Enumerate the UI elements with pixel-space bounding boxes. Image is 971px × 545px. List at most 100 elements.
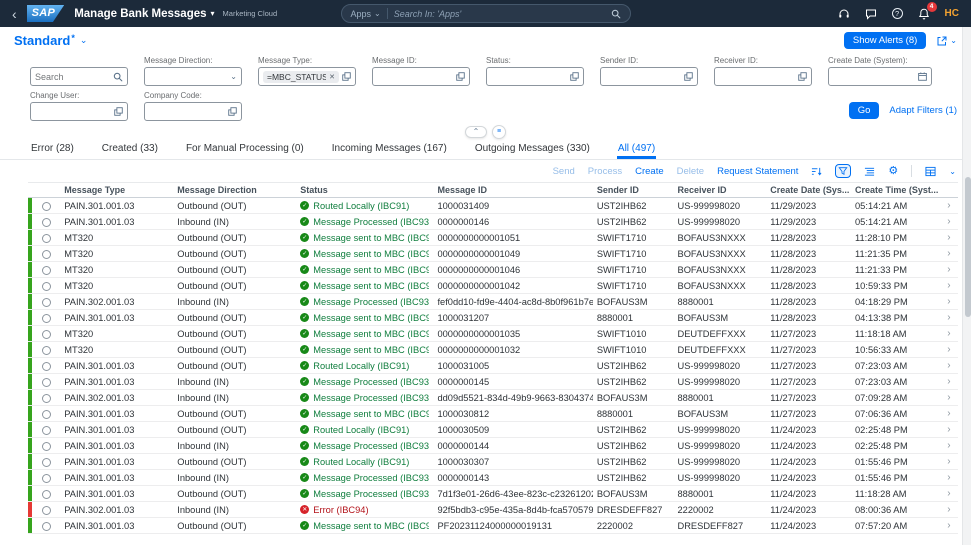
row-checkbox[interactable] (42, 474, 51, 483)
process-button[interactable]: Process (588, 166, 622, 177)
status-input[interactable] (486, 67, 584, 86)
row-navigate-icon[interactable]: › (947, 408, 950, 419)
message-direction-input[interactable]: ⌄ (144, 67, 242, 86)
value-help-icon[interactable] (570, 72, 579, 81)
search-icon[interactable] (611, 9, 621, 19)
create-button[interactable]: Create (635, 166, 664, 177)
filter-icon[interactable] (835, 164, 851, 178)
column-header-message-direction[interactable]: Message Direction (173, 183, 296, 198)
group-icon[interactable] (864, 166, 875, 177)
table-row[interactable]: MT320Outbound (OUT)✓Message sent to MBC … (28, 246, 958, 262)
filter-search-control[interactable] (30, 67, 128, 86)
token-remove-icon[interactable]: ✕ (329, 73, 335, 81)
search-icon[interactable] (113, 72, 123, 82)
table-row[interactable]: PAIN.301.001.03Inbound (IN)✓Message Proc… (28, 438, 958, 454)
table-row[interactable]: PAIN.301.001.03Outbound (OUT)✓Routed Loc… (28, 198, 958, 214)
row-navigate-icon[interactable]: › (947, 376, 950, 387)
create-date-system-input[interactable] (828, 67, 932, 86)
row-navigate-icon[interactable]: › (947, 456, 950, 467)
row-checkbox[interactable] (42, 490, 51, 499)
row-navigate-icon[interactable]: › (947, 520, 950, 531)
row-navigate-icon[interactable]: › (947, 248, 950, 259)
sender-id-input[interactable] (600, 67, 698, 86)
table-row[interactable]: PAIN.302.001.03Inbound (IN)✕Error (IBC94… (28, 502, 958, 518)
request-statement-button[interactable]: Request Statement (717, 166, 798, 177)
tab-created-33[interactable]: Created (33) (101, 143, 159, 159)
share-button[interactable]: ⌄ (936, 35, 957, 47)
go-button[interactable]: Go (849, 102, 880, 119)
select-all-cell[interactable] (32, 183, 60, 198)
row-navigate-icon[interactable]: › (947, 216, 950, 227)
row-checkbox[interactable] (42, 378, 51, 387)
tab-for-manual-processing-0[interactable]: For Manual Processing (0) (185, 143, 305, 159)
row-navigate-icon[interactable]: › (947, 200, 950, 211)
column-header-message-type[interactable]: Message Type (60, 183, 173, 198)
table-row[interactable]: PAIN.301.001.03Inbound (IN)✓Message Proc… (28, 374, 958, 390)
table-row[interactable]: PAIN.301.001.03Outbound (OUT)✓Message se… (28, 310, 958, 326)
row-checkbox[interactable] (42, 298, 51, 307)
row-checkbox[interactable] (42, 506, 51, 515)
row-checkbox[interactable] (42, 442, 51, 451)
table-row[interactable]: PAIN.301.001.03Outbound (OUT)✓Message Pr… (28, 486, 958, 502)
row-navigate-icon[interactable]: › (947, 504, 950, 515)
view-switch-icon[interactable] (925, 166, 936, 177)
table-row[interactable]: PAIN.301.001.03Outbound (OUT)✓Routed Loc… (28, 358, 958, 374)
row-navigate-icon[interactable]: › (947, 440, 950, 451)
table-row[interactable]: MT320Outbound (OUT)✓Message sent to MBC … (28, 230, 958, 246)
row-checkbox[interactable] (42, 218, 51, 227)
row-checkbox[interactable] (42, 314, 51, 323)
tab-all-497[interactable]: All (497) (617, 143, 656, 159)
row-checkbox[interactable] (42, 282, 51, 291)
row-checkbox[interactable] (42, 394, 51, 403)
column-header-receiver-id[interactable]: Receiver ID (674, 183, 767, 198)
variant-caret-icon[interactable]: ⌄ (80, 35, 88, 46)
row-navigate-icon[interactable]: › (947, 296, 950, 307)
table-row[interactable]: MT320Outbound (OUT)✓Message sent to MBC … (28, 262, 958, 278)
table-row[interactable]: PAIN.301.001.03Inbound (IN)✓Message Proc… (28, 470, 958, 486)
search-scope-select[interactable]: Apps ⌄ (351, 9, 381, 19)
row-navigate-icon[interactable]: › (947, 264, 950, 275)
message-type-input[interactable]: =MBC_STATUS✕ (258, 67, 356, 86)
row-checkbox[interactable] (42, 426, 51, 435)
settings-gear-icon[interactable]: ⚙ (888, 166, 898, 177)
row-navigate-icon[interactable]: › (947, 312, 950, 323)
value-help-icon[interactable] (456, 72, 465, 81)
row-navigate-icon[interactable]: › (947, 232, 950, 243)
collapse-header-button[interactable]: ⌃ (465, 126, 487, 138)
pin-header-button[interactable]: ≡ (492, 125, 506, 139)
table-row[interactable]: MT320Outbound (OUT)✓Message sent to MBC … (28, 326, 958, 342)
table-row[interactable]: PAIN.301.001.03Outbound (OUT)✓Routed Loc… (28, 422, 958, 438)
row-checkbox[interactable] (42, 234, 51, 243)
row-checkbox[interactable] (42, 202, 51, 211)
variant-title[interactable]: Standard * (14, 33, 75, 48)
user-avatar[interactable]: HC (945, 8, 959, 19)
value-help-icon[interactable] (342, 72, 351, 81)
row-navigate-icon[interactable]: › (947, 424, 950, 435)
feedback-chat-icon[interactable] (865, 8, 877, 20)
table-row[interactable]: MT320Outbound (OUT)✓Message sent to MBC … (28, 278, 958, 294)
value-help-icon[interactable] (114, 107, 123, 116)
column-header-create-time-syst[interactable]: Create Time (Syst... (851, 183, 940, 198)
value-help-icon[interactable] (798, 72, 807, 81)
column-header-status[interactable]: Status (296, 183, 433, 198)
tab-error-28[interactable]: Error (28) (30, 143, 75, 159)
shell-search-input[interactable] (394, 9, 605, 19)
back-button[interactable]: ‹ (12, 7, 17, 21)
app-title-menu[interactable]: Manage Bank Messages ▾ (74, 8, 214, 20)
filter-search-input[interactable] (35, 72, 110, 82)
receiver-id-input[interactable] (714, 67, 812, 86)
table-row[interactable]: PAIN.301.001.03Outbound (OUT)✓Message se… (28, 518, 958, 534)
help-icon[interactable]: ? (892, 8, 903, 19)
table-row[interactable]: PAIN.302.001.03Inbound (IN)✓Message Proc… (28, 294, 958, 310)
show-alerts-button[interactable]: Show Alerts (8) (844, 32, 926, 49)
row-checkbox[interactable] (42, 330, 51, 339)
send-button[interactable]: Send (553, 166, 575, 177)
company-code-input[interactable] (144, 102, 242, 121)
change-user-input[interactable] (30, 102, 128, 121)
value-help-icon[interactable] (228, 107, 237, 116)
filter-token[interactable]: =MBC_STATUS✕ (263, 71, 339, 83)
delete-button[interactable]: Delete (677, 166, 704, 177)
table-row[interactable]: PAIN.302.001.03Inbound (IN)✓Message Proc… (28, 390, 958, 406)
row-navigate-icon[interactable]: › (947, 488, 950, 499)
value-help-icon[interactable] (684, 72, 693, 81)
